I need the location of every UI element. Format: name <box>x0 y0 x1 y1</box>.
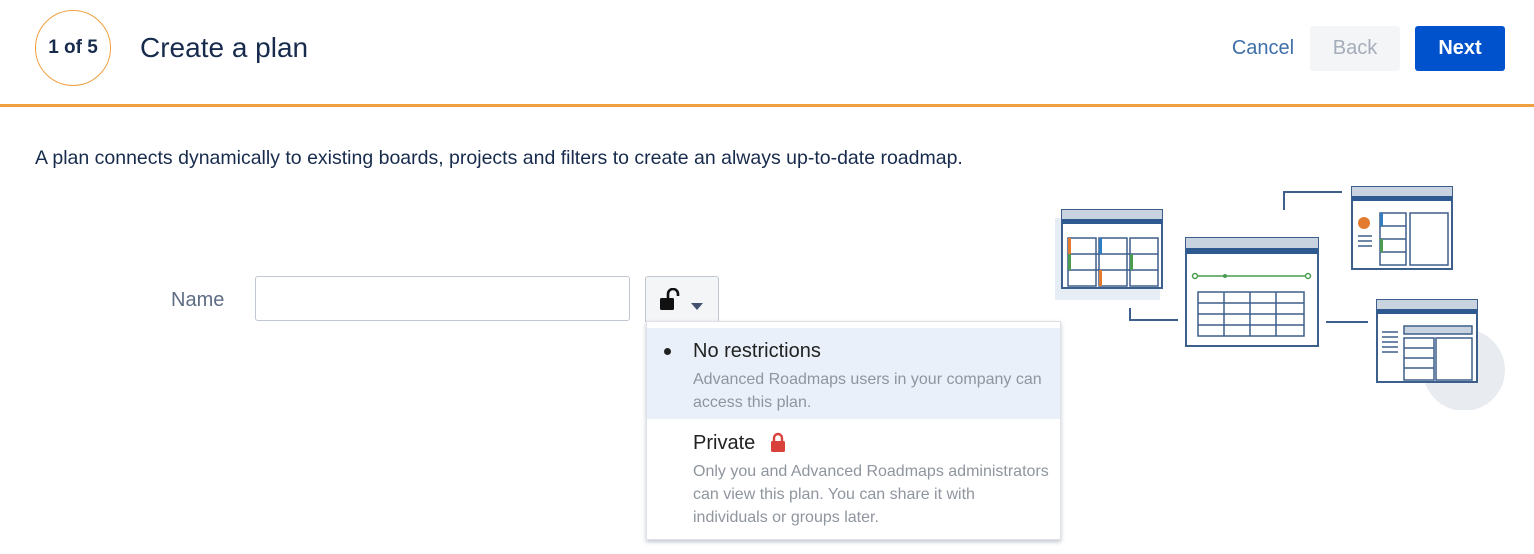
selected-bullet-icon <box>664 348 671 355</box>
option-no-restrictions[interactable]: No restrictions Advanced Roadmaps users … <box>647 328 1060 419</box>
permission-dropdown-button[interactable] <box>645 276 719 322</box>
option-description: Only you and Advanced Roadmaps administr… <box>693 463 1049 526</box>
name-label: Name <box>171 289 225 311</box>
permission-menu: No restrictions Advanced Roadmaps users … <box>646 321 1061 540</box>
option-description: Advanced Roadmaps users in your company … <box>693 371 1042 411</box>
chevron-down-icon <box>691 297 703 315</box>
page-title: Create a plan <box>140 32 309 63</box>
lock-icon <box>770 432 786 457</box>
plan-description: A plan connects dynamically to existing … <box>35 147 963 169</box>
option-private[interactable]: Private Only you and Advanced Roadmaps a… <box>647 420 1060 538</box>
unlock-icon <box>659 287 681 317</box>
wizard-header: 1 of 5 Create a plan Cancel Back Next <box>0 0 1534 107</box>
next-button[interactable]: Next <box>1415 26 1505 71</box>
option-title: Private <box>693 432 756 454</box>
name-input[interactable] <box>255 276 630 321</box>
roadmap-illustration <box>1050 180 1510 415</box>
back-button[interactable]: Back <box>1310 26 1400 71</box>
cancel-button[interactable]: Cancel <box>1222 26 1304 71</box>
step-indicator: 1 of 5 <box>35 10 111 86</box>
option-title: No restrictions <box>693 340 821 362</box>
